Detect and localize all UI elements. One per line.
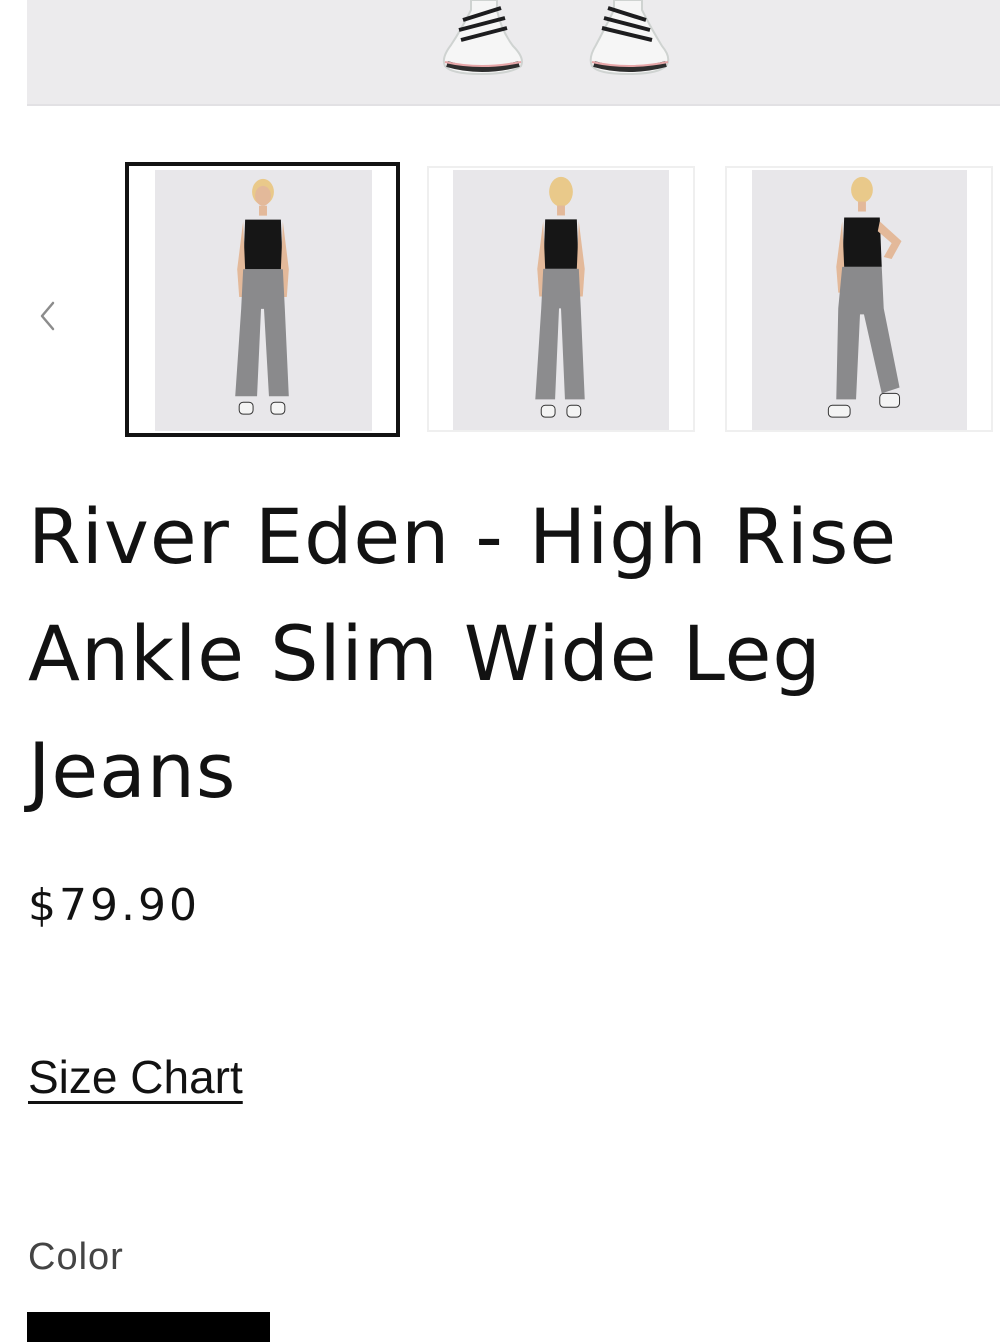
thumbnail-image	[155, 170, 372, 431]
product-title-line-1: River Eden - High Rise	[28, 492, 898, 581]
thumbnail-back[interactable]	[427, 166, 695, 432]
right-sneaker	[589, 0, 670, 76]
thumbnail-image	[453, 170, 669, 430]
model-back-figure	[535, 176, 585, 418]
product-price: $79.90	[28, 880, 200, 931]
main-product-image[interactable]	[27, 0, 1000, 106]
product-title-line-3: Jeans	[28, 726, 237, 815]
size-chart-link[interactable]: Size Chart	[28, 1050, 243, 1104]
model-side-figure	[827, 176, 902, 418]
slider-prev-button[interactable]	[30, 296, 64, 336]
thumbnail-side[interactable]	[725, 166, 993, 432]
model-front-figure	[235, 178, 289, 415]
product-title-line-2: Ankle Slim Wide Leg	[28, 609, 822, 698]
product-title: River Eden - High Rise Ankle Slim Wide L…	[28, 478, 1000, 829]
left-sneaker	[442, 0, 523, 76]
thumbnail-image	[752, 170, 967, 430]
color-option-label: Color	[28, 1236, 124, 1278]
color-swatch-selected[interactable]	[27, 1312, 270, 1342]
thumbnail-front[interactable]	[125, 162, 400, 437]
chevron-left-icon	[40, 301, 55, 331]
